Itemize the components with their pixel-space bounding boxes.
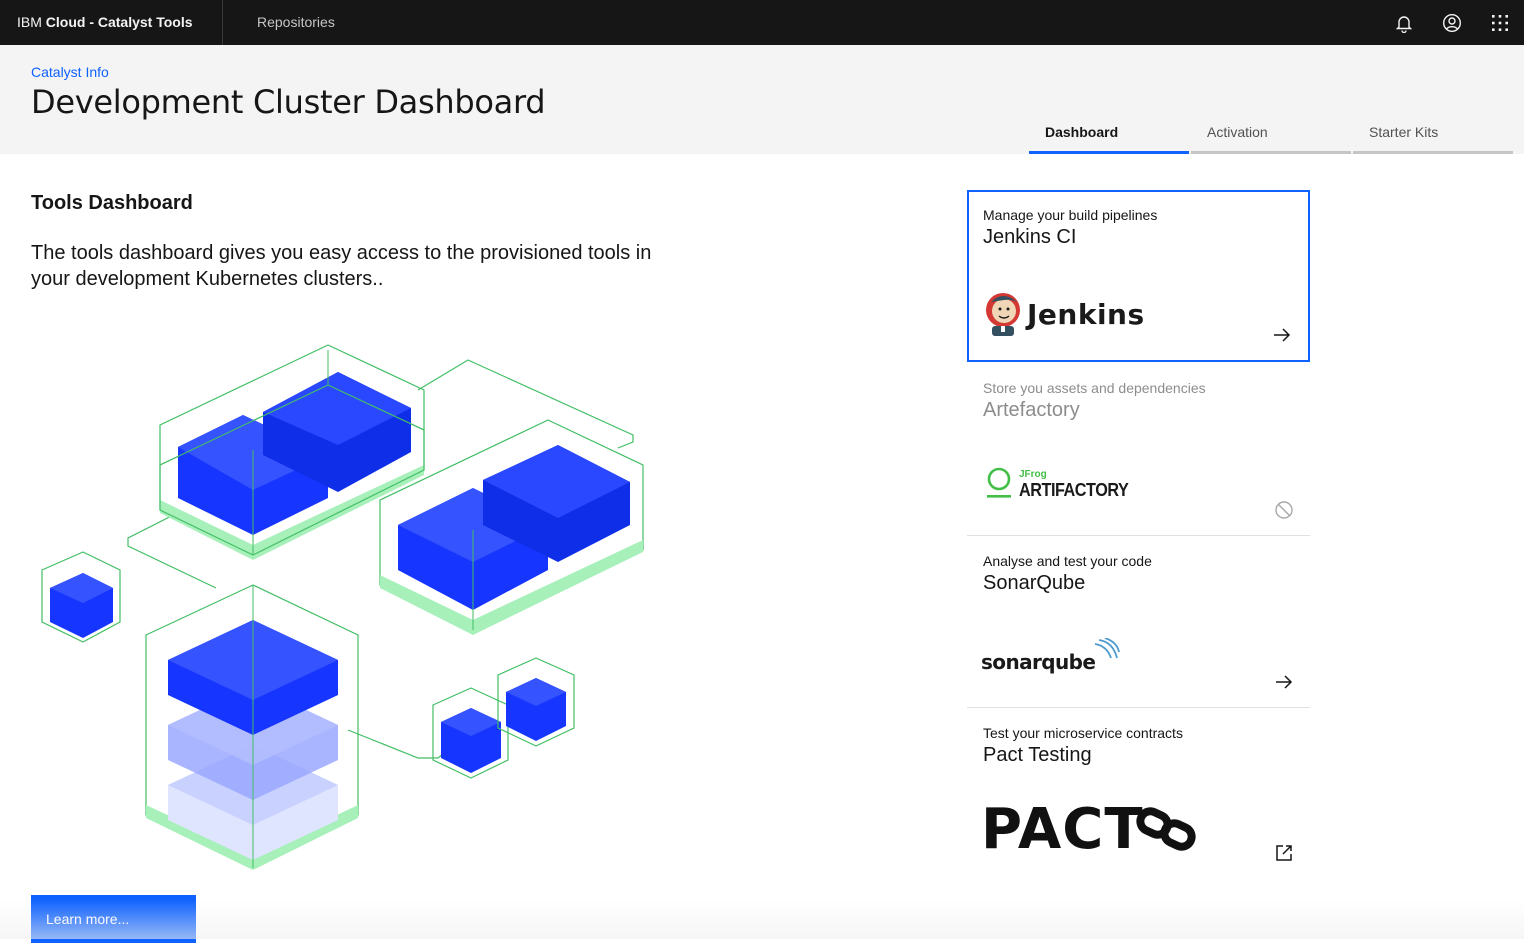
- brand-name[interactable]: IBM Cloud - Catalyst Tools: [0, 0, 223, 45]
- artifactory-logo: JFrog ARTIFACTORY: [981, 466, 1141, 500]
- jenkins-butler-icon: [983, 290, 1023, 338]
- page-header: Catalyst Info Development Cluster Dashbo…: [0, 45, 1524, 154]
- cluster-small-left: [42, 552, 120, 642]
- tool-name: SonarQube: [983, 572, 1085, 595]
- cluster-small-pair: [433, 658, 574, 778]
- arrow-right-icon: [1272, 325, 1292, 345]
- sonarqube-logo-text: sonarqube: [981, 650, 1095, 674]
- jenkins-logo: Jenkins: [983, 290, 1145, 338]
- page-tabs: Dashboard Activation Starter Kits: [1029, 120, 1515, 154]
- tool-open-button[interactable]: [1271, 324, 1293, 346]
- intro-text: The tools dashboard gives you easy acces…: [31, 240, 681, 292]
- section-title: Tools Dashboard: [31, 192, 193, 215]
- jfrog-frog-icon: [981, 466, 1017, 500]
- tool-name: Pact Testing: [983, 744, 1092, 767]
- notification-icon: [1394, 13, 1414, 33]
- tool-tile-pact[interactable]: Test your microservice contracts Pact Te…: [967, 708, 1310, 880]
- footer-fade: [0, 899, 1524, 939]
- tool-tile-artefactory: Store you assets and dependencies Artefa…: [967, 363, 1310, 536]
- tool-name: Artefactory: [983, 399, 1080, 422]
- cluster-illustration: [28, 330, 658, 875]
- nav-repositories[interactable]: Repositories: [223, 0, 369, 45]
- artifactory-logo-text: ARTIFACTORY: [1019, 480, 1128, 500]
- page-title: Development Cluster Dashboard: [31, 83, 545, 121]
- pact-logo: PACT: [981, 800, 1198, 860]
- app-switcher-icon: [1490, 13, 1510, 33]
- tab-starter-kits[interactable]: Starter Kits: [1353, 120, 1513, 154]
- chain-link-icon: [1136, 805, 1198, 855]
- arrow-right-icon: [1274, 672, 1294, 692]
- jfrog-text: JFrog: [1019, 470, 1141, 480]
- cluster-stacked: [146, 585, 358, 870]
- breadcrumb-catalyst-info[interactable]: Catalyst Info: [31, 64, 109, 80]
- sonarqube-logo: sonarqube: [981, 638, 1121, 674]
- tool-launch-button[interactable]: [1273, 842, 1295, 864]
- tool-tile-jenkins[interactable]: Manage your build pipelines Jenkins CI J…: [967, 190, 1310, 362]
- jenkins-logo-text: Jenkins: [1027, 298, 1145, 331]
- user-button[interactable]: [1428, 0, 1476, 45]
- user-avatar-icon: [1442, 13, 1462, 33]
- tool-name: Jenkins CI: [983, 226, 1076, 249]
- tab-dashboard[interactable]: Dashboard: [1029, 120, 1189, 154]
- brand-prefix: IBM: [17, 14, 42, 30]
- brand-product: Cloud - Catalyst Tools: [46, 14, 193, 30]
- tool-tile-sonarqube[interactable]: Analyse and test your code SonarQube son…: [967, 536, 1310, 708]
- tool-open-button[interactable]: [1273, 671, 1295, 693]
- tool-unavailable-indicator: [1273, 499, 1295, 521]
- app-switcher-button[interactable]: [1476, 0, 1524, 45]
- tab-activation[interactable]: Activation: [1191, 120, 1351, 154]
- disabled-icon: [1274, 500, 1294, 520]
- tool-description: Manage your build pipelines: [983, 207, 1157, 223]
- tool-description: Test your microservice contracts: [983, 725, 1183, 741]
- sonar-waves-icon: [1093, 638, 1121, 668]
- header-actions: [1380, 0, 1524, 45]
- tool-description: Store you assets and dependencies: [983, 380, 1206, 396]
- cluster-top: [160, 345, 424, 560]
- global-header: IBM Cloud - Catalyst Tools Repositories: [0, 0, 1524, 45]
- learn-more-button[interactable]: Learn more...: [31, 895, 196, 943]
- tool-description: Analyse and test your code: [983, 553, 1152, 569]
- launch-icon: [1274, 843, 1294, 863]
- pact-logo-text: PACT: [981, 800, 1144, 860]
- notification-button[interactable]: [1380, 0, 1428, 45]
